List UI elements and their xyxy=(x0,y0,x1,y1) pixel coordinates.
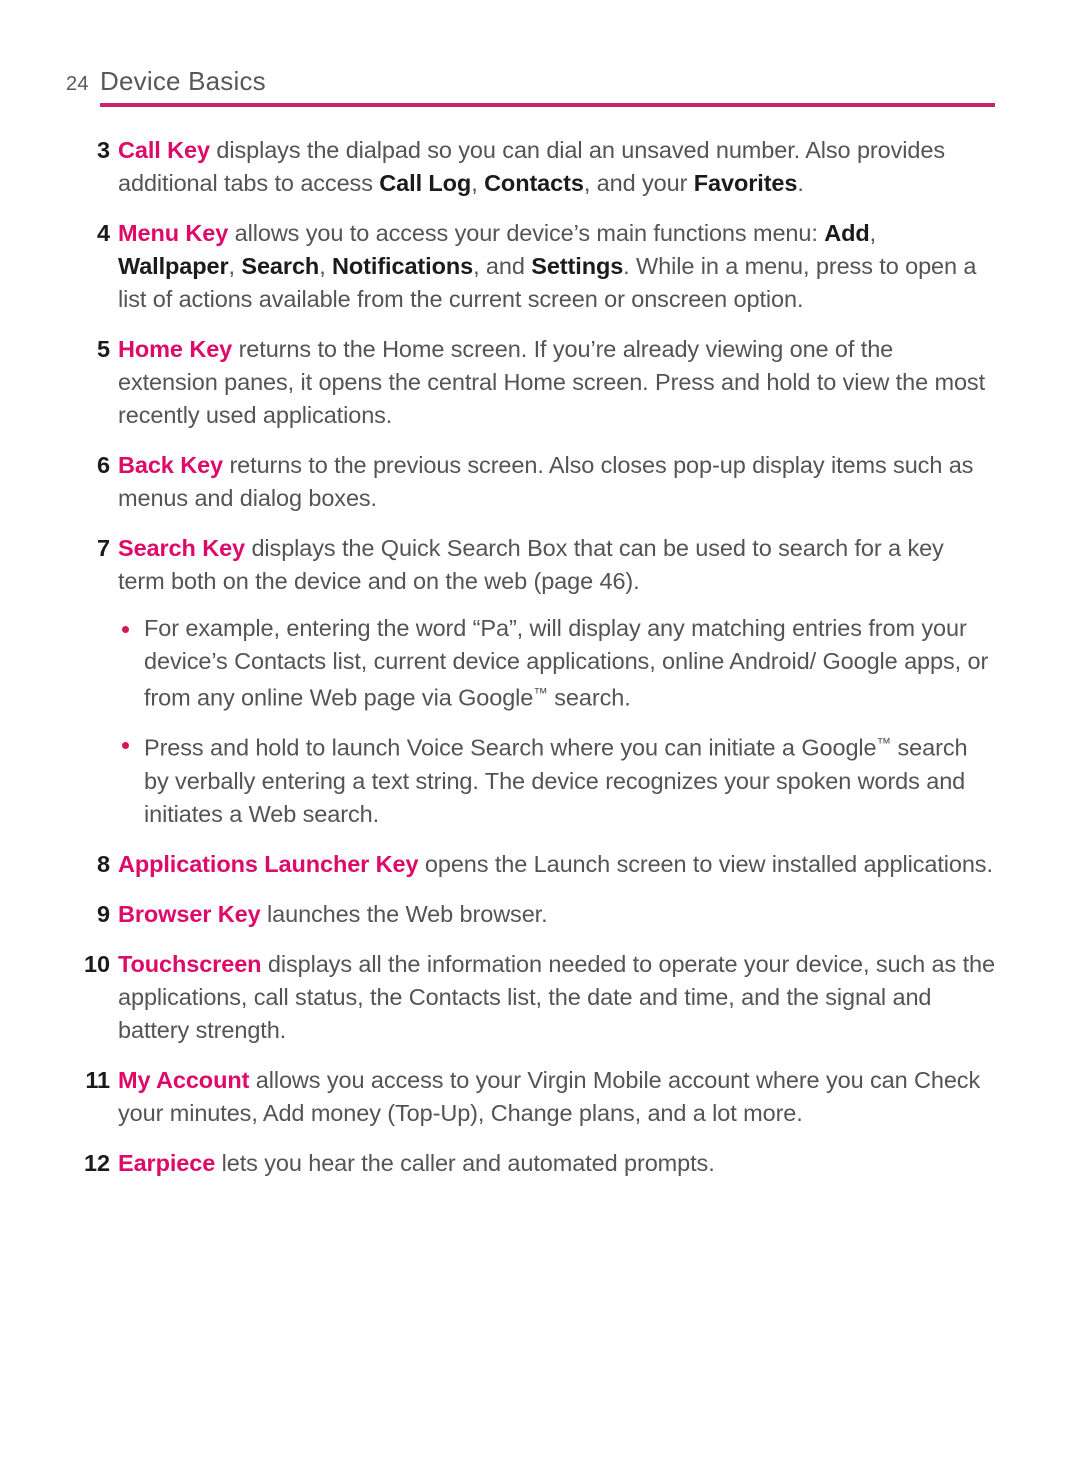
emphasized-term: Search xyxy=(241,253,320,279)
emphasized-term: Add xyxy=(824,220,870,246)
trademark-symbol: ™ xyxy=(533,686,548,702)
list-item-number: 11 xyxy=(85,1066,110,1093)
list-item-number: 7 xyxy=(97,535,110,561)
list-item-body: My Account allows you access to your Vir… xyxy=(118,1067,980,1126)
key-term: Home Key xyxy=(118,336,233,362)
list-item-number: 5 xyxy=(97,336,110,362)
key-term: Menu Key xyxy=(118,220,229,246)
list-item: 9 Browser Key launches the Web browser. xyxy=(66,898,996,931)
key-term: Search Key xyxy=(118,535,246,561)
list-item-number: 6 xyxy=(97,452,110,478)
body-text: opens the Launch screen to view installe… xyxy=(418,850,993,877)
list-item: 7 Search Key displays the Quick Search Bo… xyxy=(66,532,996,831)
list-item-body: Earpiece lets you hear the caller and au… xyxy=(118,1150,715,1176)
body-text: lets you hear the caller and automated p… xyxy=(215,1149,715,1176)
key-term: My Account xyxy=(118,1066,250,1093)
list-item: 11 My Account allows you access to your V… xyxy=(66,1064,996,1130)
bullet-dot-icon xyxy=(122,626,129,633)
sub-bullet-item: For example, entering the word “Pa”, wil… xyxy=(118,612,996,714)
header-rule xyxy=(100,103,995,107)
list-item: 12 Earpiece lets you hear the caller and … xyxy=(66,1147,996,1180)
section-title: Device Basics xyxy=(100,66,266,96)
emphasized-term: Wallpaper xyxy=(118,253,229,279)
list-item: 4 Menu Key allows you to access your devi… xyxy=(66,217,996,316)
list-item-number: 4 xyxy=(97,220,110,246)
key-term: Back Key xyxy=(118,452,224,478)
bullet-dot-icon xyxy=(122,742,129,750)
body-text: , and your xyxy=(583,170,694,196)
page-header: 24 Device Basics xyxy=(66,66,996,97)
list-item: 5 Home Key returns to the Home screen. If… xyxy=(66,333,996,432)
list-item-body: Home Key returns to the Home screen. If … xyxy=(118,336,985,428)
list-item-body: Back Key returns to the previous screen.… xyxy=(118,452,973,511)
numbered-list: 3 Call Key displays the dialpad so you ca… xyxy=(66,134,996,1197)
list-item: 8 Applications Launcher Key opens the Lau… xyxy=(66,848,996,881)
list-item-body: Applications Launcher Key opens the Laun… xyxy=(118,851,993,877)
body-text: Press and hold to launch Voice Search wh… xyxy=(144,734,877,761)
list-item-number: 3 xyxy=(97,137,110,163)
body-text: . xyxy=(797,170,804,196)
list-item-number: 10 xyxy=(84,950,110,977)
list-item-number: 9 xyxy=(97,900,110,927)
emphasized-term: Contacts xyxy=(484,170,584,196)
list-item-number: 12 xyxy=(84,1149,110,1176)
body-text: returns to the Home screen. If you’re al… xyxy=(118,336,986,428)
list-item-number: 8 xyxy=(97,850,110,877)
list-item-body: Call Key displays the dialpad so you can… xyxy=(118,137,945,196)
list-item-body: Touchscreen displays all the information… xyxy=(118,951,995,1043)
list-item-body: Browser Key launches the Web browser. xyxy=(118,901,548,927)
key-term: Touchscreen xyxy=(118,950,262,977)
trademark-symbol: ™ xyxy=(876,736,892,753)
body-text: , xyxy=(869,220,877,246)
key-term: Call Key xyxy=(118,137,210,163)
emphasized-term: Settings xyxy=(531,253,624,279)
page-number: 24 xyxy=(66,73,89,95)
emphasized-term: Favorites xyxy=(693,170,798,196)
body-text: , xyxy=(319,253,333,279)
list-item: 10 Touchscreen displays all the informati… xyxy=(66,948,996,1047)
key-term: Applications Launcher Key xyxy=(118,850,419,877)
key-term: Earpiece xyxy=(118,1149,216,1176)
list-item: 3 Call Key displays the dialpad so you ca… xyxy=(66,134,996,200)
body-text: allows you to access your device’s main … xyxy=(228,220,825,246)
body-text: launches the Web browser. xyxy=(260,900,548,927)
emphasized-term: Notifications xyxy=(332,253,474,279)
list-item-body: Menu Key allows you to access your devic… xyxy=(118,220,976,312)
list-item: 6 Back Key returns to the previous screen… xyxy=(66,449,996,515)
body-text: , xyxy=(228,253,242,279)
sub-bullet-list: For example, entering the word “Pa”, wil… xyxy=(118,612,996,831)
sub-bullet-item: Press and hold to launch Voice Search wh… xyxy=(118,728,996,830)
body-text: returns to the previous screen. Also clo… xyxy=(118,452,974,511)
emphasized-term: Call Log xyxy=(379,170,472,196)
body-text: , and xyxy=(473,253,532,279)
body-text: search. xyxy=(547,684,631,711)
body-text: , xyxy=(471,170,485,196)
list-item-body: Search Key displays the Quick Search Box… xyxy=(118,535,944,594)
key-term: Browser Key xyxy=(118,900,261,927)
manual-page: 24 Device Basics 3 Call Key displays the … xyxy=(0,0,1080,1460)
